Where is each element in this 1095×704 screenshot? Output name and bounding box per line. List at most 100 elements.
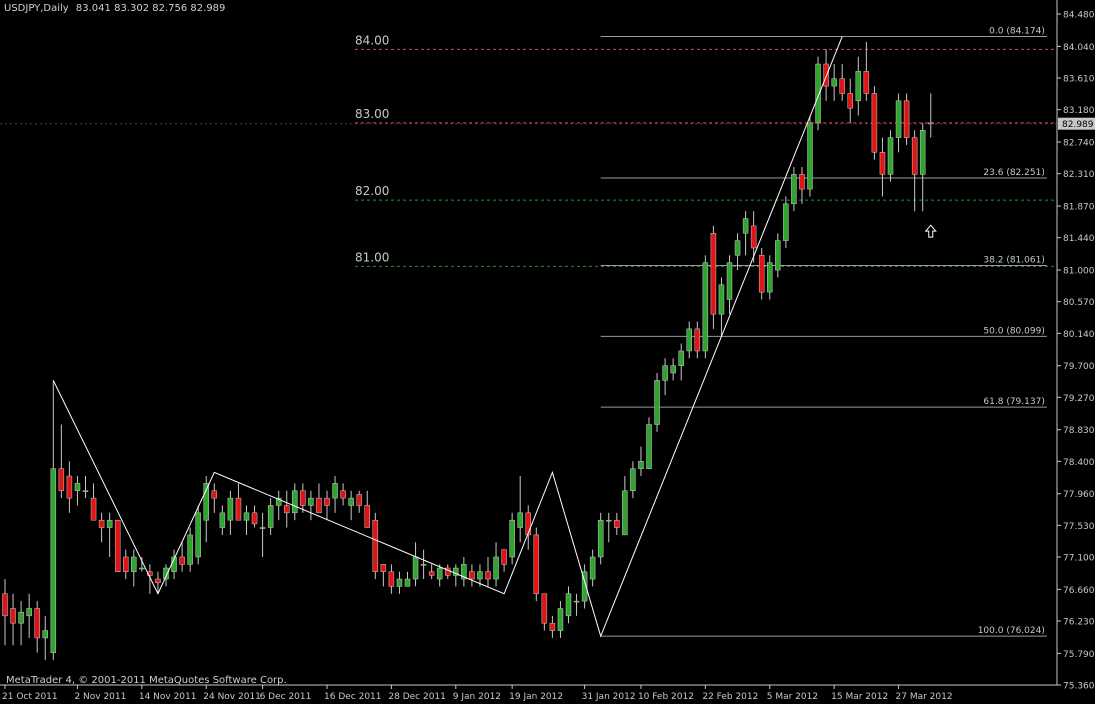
y-tick-label: 84.480 <box>1063 11 1095 21</box>
candle-body-bear <box>614 519 620 528</box>
candle-body-bull <box>106 519 113 528</box>
x-tick-label: 9 Jan 2012 <box>453 692 501 702</box>
candle-body-bull <box>718 284 725 315</box>
candle-body-bull <box>589 556 596 580</box>
copyright-text: MetaTrader 4, © 2001-2011 MetaQuotes Sof… <box>6 675 287 686</box>
y-tick-label: 76.230 <box>1063 617 1095 627</box>
candle-body-bear <box>549 622 556 631</box>
y-tick-label: 78.400 <box>1063 458 1095 468</box>
candle-body-bear <box>316 497 322 514</box>
candle-body-bull <box>436 567 443 580</box>
y-tick-label: 77.530 <box>1063 522 1095 532</box>
candle-body-bull <box>855 71 862 102</box>
x-tick-label: 10 Feb 2012 <box>638 692 694 702</box>
candle-body-bull <box>227 497 234 521</box>
fib-level-label: 38.2 (81.061) <box>983 256 1044 266</box>
x-tick-label: 22 Feb 2012 <box>702 692 758 702</box>
candle-body-bear <box>823 63 829 87</box>
candle-body-bear <box>847 93 853 109</box>
candle-body-bear <box>179 556 185 565</box>
y-tick-label: 82.310 <box>1063 170 1095 180</box>
y-tick-label: 81.000 <box>1063 267 1095 277</box>
candle-body-bull <box>573 600 580 603</box>
candle-body-bear <box>251 512 258 525</box>
candle-body-bull <box>670 365 676 374</box>
x-tick-label: 24 Nov 2011 <box>203 692 261 702</box>
price-level-label: 83.00 <box>355 107 389 121</box>
candle-body-bull <box>187 534 193 565</box>
candle-body-bull <box>74 483 81 492</box>
candle-body-bull <box>42 630 48 639</box>
y-tick-label: 80.140 <box>1063 330 1095 340</box>
candle-body-bear <box>469 571 475 580</box>
candle-body-bull <box>630 468 636 492</box>
candle-body-bull <box>791 174 797 205</box>
candle-body-bull <box>597 519 604 558</box>
candle-body-bull <box>219 512 226 528</box>
candle-body-bull <box>557 608 564 631</box>
fib-level-label: 23.6 (82.251) <box>983 168 1044 178</box>
y-tick-label: 81.870 <box>1063 203 1095 213</box>
price-level-label: 82.00 <box>355 184 389 198</box>
candle-body-bull <box>493 556 499 580</box>
y-tick-label: 79.700 <box>1063 362 1095 372</box>
price-chart[interactable]: 84.00 83.00 82.00 81.00 0.0 (84.174) 23.6 (8… <box>0 0 1095 704</box>
candle-body-bull <box>565 593 572 617</box>
candle-body-bull <box>404 578 411 587</box>
x-tick-label: 16 Dec 2011 <box>324 692 382 702</box>
candle-body-bear <box>879 152 886 175</box>
ohlc-values: 83.041 83.302 82.756 82.989 <box>75 3 226 14</box>
current-price-label: 82.989 <box>1062 120 1094 130</box>
candle-body-bear <box>66 475 73 499</box>
candle-body-bear <box>123 556 129 572</box>
candle-body-bear <box>380 564 387 572</box>
y-tick-label: 80.570 <box>1063 298 1095 308</box>
y-tick-label: 79.270 <box>1063 394 1095 404</box>
fib-level-label: 61.8 (79.137) <box>983 397 1044 407</box>
y-tick-label: 83.610 <box>1063 75 1095 85</box>
candle-body-bear <box>758 255 765 293</box>
candle-body-bull <box>308 497 314 506</box>
candle-body-bull <box>734 240 741 256</box>
candle-body-bull <box>243 512 250 521</box>
candle-body-bull <box>348 497 354 506</box>
candle-body-bear <box>10 608 16 624</box>
candle-body-bull <box>139 567 145 570</box>
candle-body-bull <box>767 262 773 293</box>
x-tick-label: 27 Mar 2012 <box>896 692 953 702</box>
candle-body-bull <box>131 556 137 572</box>
candle-body-bear <box>364 505 370 528</box>
candle-body-bull <box>267 505 274 528</box>
candle-body-bull <box>50 468 57 653</box>
candle-body-bear <box>903 100 910 138</box>
candle-body-bull <box>259 527 266 529</box>
x-tick-label: 15 Mar 2012 <box>831 692 888 702</box>
candle-body-bull <box>517 512 523 528</box>
candle-body-bull <box>831 78 837 87</box>
candle-body-bear <box>501 549 507 565</box>
candle-body-bear <box>211 490 218 499</box>
y-tick-label: 75.790 <box>1063 650 1095 660</box>
candle-body-bull <box>420 564 427 566</box>
candle-body-bull <box>638 461 644 469</box>
candle-body-bear <box>871 93 878 153</box>
y-tick-label: 81.440 <box>1063 234 1095 244</box>
candle-body-bull <box>919 129 926 175</box>
candle-body-bull <box>509 519 515 558</box>
candle-body-bull <box>606 519 612 522</box>
candle-body-bull <box>742 218 749 234</box>
candle-body-bull <box>195 512 201 558</box>
candle-body-bear <box>284 505 290 514</box>
candle-body-bull <box>726 262 733 300</box>
candle-body-bull <box>678 350 684 366</box>
candle-body-bear <box>525 512 531 536</box>
candle-body-bear <box>541 593 548 624</box>
y-tick-label: 77.960 <box>1063 490 1095 500</box>
candle-body-bull <box>887 137 894 175</box>
candle-body-bear <box>388 571 395 587</box>
candle-body-bear <box>340 490 346 499</box>
candle-body-bear <box>710 233 717 315</box>
candle-body-bear <box>750 225 757 249</box>
price-level-label: 84.00 <box>355 33 389 47</box>
x-tick-label: 6 Dec 2011 <box>260 692 312 702</box>
